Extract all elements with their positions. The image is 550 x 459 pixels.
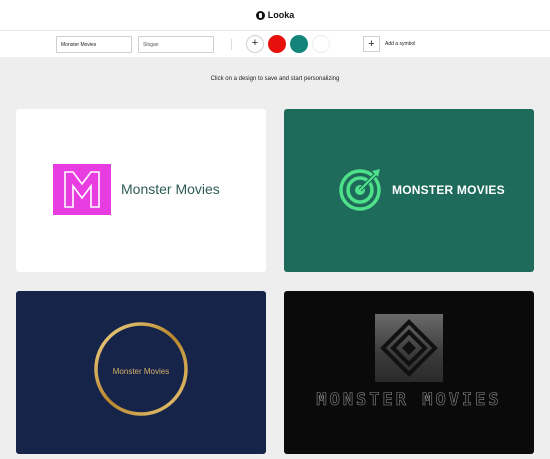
logo-text: MONSTER MOVIES bbox=[392, 183, 505, 197]
editor-toolbar: + + Add a symbol bbox=[0, 30, 550, 57]
add-color-button[interactable]: + bbox=[246, 35, 264, 53]
app-title: Looka bbox=[267, 10, 295, 20]
add-symbol-label[interactable]: Add a symbol bbox=[385, 41, 415, 47]
company-name-input[interactable] bbox=[56, 36, 132, 53]
logo-text: MONSTER MOVIES bbox=[316, 390, 502, 410]
letter-m-icon bbox=[53, 164, 111, 215]
color-swatch-teal[interactable] bbox=[290, 35, 308, 53]
design-prompt: Click on a design to save and start pers… bbox=[210, 76, 340, 82]
brand[interactable]: Looka bbox=[255, 10, 295, 20]
diamond-emblem-icon bbox=[375, 314, 443, 382]
logo-design-card[interactable]: Monster Movies bbox=[16, 291, 266, 454]
target-arrow-icon bbox=[339, 169, 381, 211]
slogan-input[interactable] bbox=[138, 36, 214, 53]
logo-design-card[interactable]: Monster Movies bbox=[16, 109, 266, 272]
color-swatch-red[interactable] bbox=[268, 35, 286, 53]
logo-design-card[interactable]: MONSTER MOVIES bbox=[284, 291, 534, 454]
app-header: Looka bbox=[0, 0, 550, 30]
logo-text: Monster Movies bbox=[112, 367, 170, 376]
logo-text: Monster Movies bbox=[121, 181, 220, 197]
looka-logo-icon bbox=[255, 10, 265, 20]
color-swatch-white[interactable] bbox=[312, 35, 330, 53]
toolbar-divider bbox=[231, 39, 232, 50]
add-symbol-button[interactable]: + bbox=[363, 36, 380, 52]
logo-design-card[interactable]: MONSTER MOVIES bbox=[284, 109, 534, 272]
